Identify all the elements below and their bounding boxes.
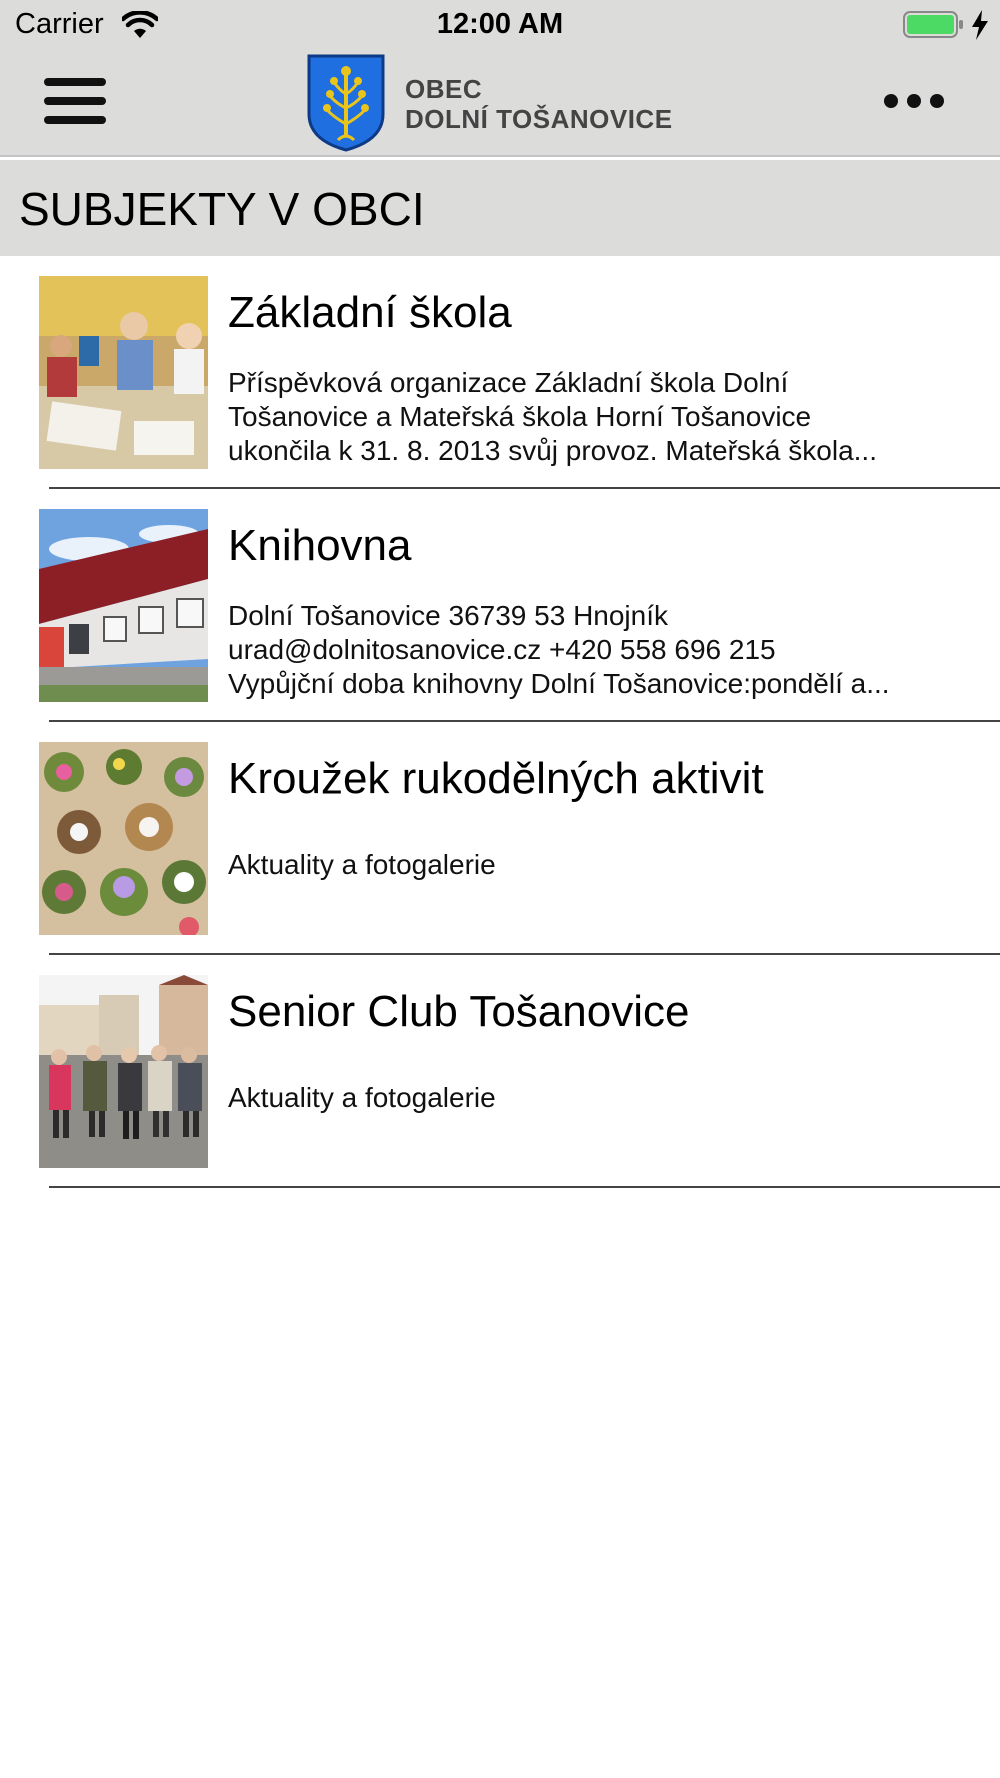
coat-of-arms-icon (307, 54, 385, 152)
charging-bolt-icon (972, 10, 988, 40)
description-line: Příspěvková organizace Základní škola Do… (228, 367, 789, 398)
description-line: Aktuality a fotogalerie (228, 849, 496, 880)
seniors-thumbnail (39, 975, 208, 1168)
logo-line-2: DOLNÍ TOŠANOVICE (405, 104, 673, 134)
dot-icon (930, 94, 944, 108)
list-item[interactable]: Kroužek rukodělných aktivit Aktuality a … (0, 722, 1000, 955)
menu-line-icon (44, 116, 106, 124)
municipality-logo[interactable]: OBEC DOLNÍ TOŠANOVICE (305, 52, 705, 152)
item-description: Aktuality a fotogalerie (228, 848, 958, 882)
logo-line-1: OBEC (405, 74, 483, 104)
item-title: Senior Club Tošanovice (228, 987, 690, 1036)
list-item[interactable]: Základní škola Příspěvková organizace Zá… (0, 256, 1000, 489)
dot-icon (884, 94, 898, 108)
logo-text: OBEC DOLNÍ TOŠANOVICE (405, 74, 673, 134)
dot-icon (907, 94, 921, 108)
list-item[interactable]: Senior Club Tošanovice Aktuality a fotog… (0, 955, 1000, 1188)
top-bar: Carrier 12:00 AM OBEC DOLNÍ TOŠANOVICE (0, 0, 1000, 157)
item-description: Aktuality a fotogalerie (228, 1081, 958, 1115)
list-item[interactable]: Knihovna Dolní Tošanovice 36739 53 Hnojn… (0, 489, 1000, 722)
menu-line-icon (44, 97, 106, 105)
description-line: Aktuality a fotogalerie (228, 1082, 496, 1113)
menu-line-icon (44, 78, 106, 86)
section-header: SUBJEKTY V OBCI (0, 160, 1000, 256)
item-title: Knihovna (228, 521, 412, 570)
description-line: Dolní Tošanovice 36739 53 Hnojník (228, 600, 669, 631)
battery-icon (903, 11, 963, 38)
description-line: Vypůjční doba knihovny Dolní Tošanovice:… (228, 668, 890, 699)
classroom-thumbnail (39, 276, 208, 469)
flowers-thumbnail (39, 742, 208, 935)
item-description: Příspěvková organizace Základní škola Do… (228, 366, 958, 468)
item-title: Základní škola (228, 288, 512, 337)
description-line: urad@dolnitosanovice.cz +420 558 696 215 (228, 634, 776, 665)
row-separator (49, 1186, 1000, 1188)
description-line: Tošanovice a Mateřská škola Horní Tošano… (228, 401, 812, 432)
status-time: 12:00 AM (436, 8, 564, 40)
hamburger-menu-button[interactable] (44, 78, 106, 124)
more-options-button[interactable] (884, 90, 944, 112)
library-thumbnail (39, 509, 208, 702)
description-line: ukončila k 31. 8. 2013 svůj provoz. Mate… (228, 435, 877, 466)
subjects-list: Základní škola Příspěvková organizace Zá… (0, 256, 1000, 1188)
section-title: SUBJEKTY V OBCI (19, 183, 425, 235)
navigation-bar: OBEC DOLNÍ TOŠANOVICE (0, 50, 1000, 155)
item-title: Kroužek rukodělných aktivit (228, 754, 764, 803)
status-bar: Carrier 12:00 AM (0, 0, 1000, 50)
item-description: Dolní Tošanovice 36739 53 Hnojník urad@d… (228, 599, 958, 701)
